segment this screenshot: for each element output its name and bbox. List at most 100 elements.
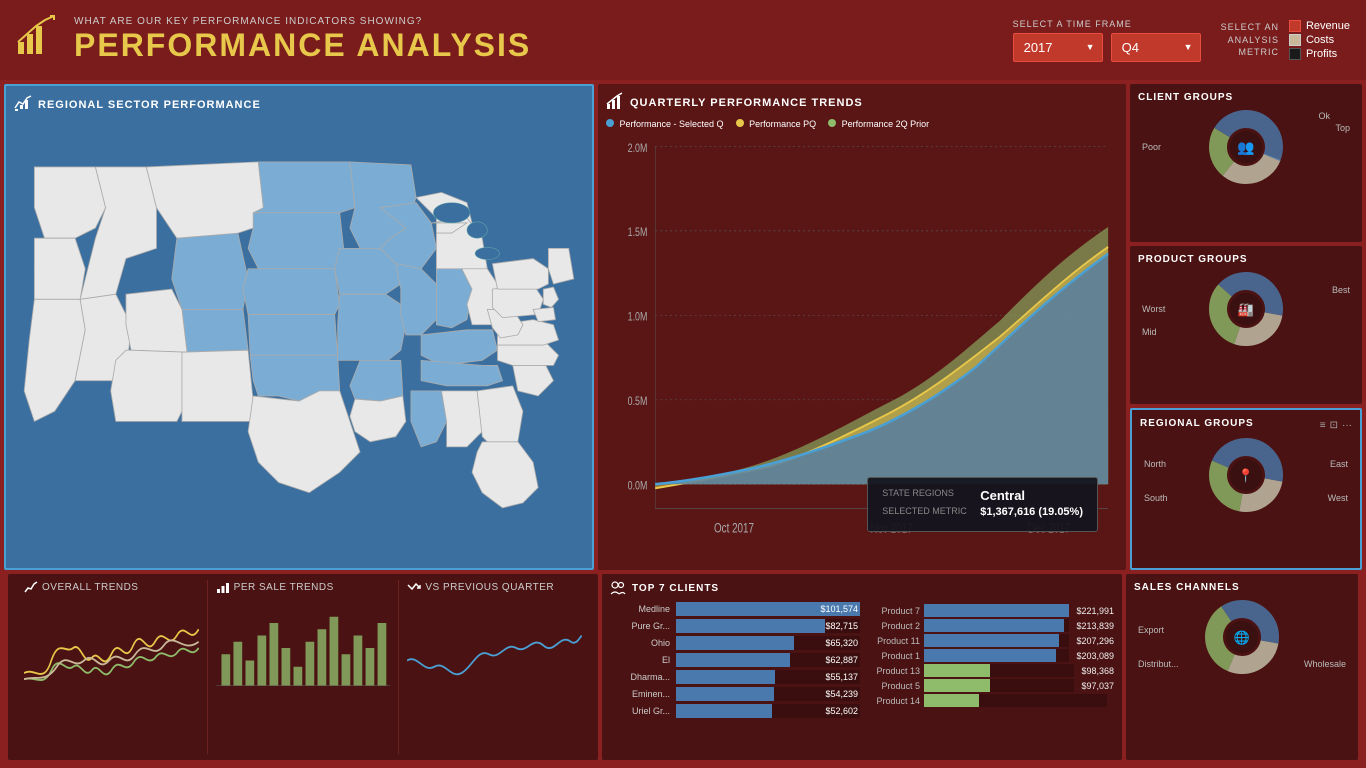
sales-distribut-label: Distribut... (1138, 659, 1179, 669)
lake-michigan-shape (467, 222, 487, 238)
list-item: Medline $101,574 (610, 602, 860, 616)
analysis-label: ANALYSIS (1221, 34, 1279, 47)
product-name-4: Product 13 (864, 666, 920, 676)
metric-legend: Revenue Costs Profits (1289, 20, 1350, 60)
profits-legend-label: Profits (1306, 48, 1337, 60)
quarter-dropdown[interactable]: Q4 Q1 Q2 Q3 (1111, 33, 1201, 62)
state-wa[interactable] (34, 167, 105, 238)
legend-label-1: Performance PQ (749, 119, 816, 129)
client-name-4: Dharma... (610, 672, 670, 682)
state-nm[interactable] (182, 350, 253, 421)
chart-legend: Performance - Selected Q Performance PQ … (606, 119, 1118, 129)
panel-controls: ≡ ⊡ ··· (1320, 420, 1352, 431)
state-wy[interactable] (172, 233, 248, 309)
product-groups-panel: PRODUCT GROUPS Worst 🏭 Mid Best (1130, 246, 1362, 404)
product-bar-4 (924, 664, 1074, 677)
panel-menu-icon[interactable]: ≡ (1320, 420, 1326, 431)
overall-trends-section: OVERALL TRENDS (16, 580, 208, 754)
revenue-legend-item[interactable]: Revenue (1289, 20, 1350, 32)
sales-export-label: Export (1138, 625, 1164, 635)
client-bar-6: $52,602 (676, 704, 860, 718)
vs-prev-chart (407, 598, 582, 698)
legend-dot-selected-q (606, 119, 614, 127)
product-mid-label: Mid (1142, 327, 1157, 337)
tooltip-metric-key: SELECTED METRIC (882, 506, 972, 516)
product-bar-6 (924, 694, 1107, 707)
list-item: Dharma... $55,137 (610, 670, 860, 684)
product-groups-donut: Worst 🏭 Mid Best (1138, 269, 1354, 349)
top7-icon (610, 580, 626, 596)
state-or[interactable] (34, 238, 85, 299)
header: WHAT ARE OUR KEY PERFORMANCE INDICATORS … (0, 0, 1366, 80)
profits-legend-item[interactable]: Profits (1289, 48, 1350, 60)
select-analysis-label: SELECT AN (1221, 21, 1279, 34)
svg-text:0.0M: 0.0M (628, 479, 648, 493)
top-row: REGIONAL SECTOR PERFORMANCE (4, 84, 1362, 570)
costs-legend-label: Costs (1306, 34, 1334, 46)
top-products-section: Product 7 $221,991 Product 2 $213,839 Pr… (864, 580, 1114, 754)
state-ar[interactable] (350, 360, 403, 401)
product-bar-5 (924, 679, 1074, 692)
vs-prev-icon (407, 580, 421, 594)
state-co[interactable] (182, 309, 248, 352)
product-name-5: Product 5 (864, 681, 920, 691)
legend-pq: Performance PQ (736, 119, 817, 129)
top7-clients-section: TOP 7 CLIENTS Medline $101,574 Pure Gr..… (610, 580, 860, 754)
bottom-row: OVERALL TRENDS PER SALE TRENDS (4, 574, 1362, 764)
per-sale-trends-title: PER SALE TRENDS (216, 580, 391, 594)
overall-trends-icon (24, 580, 38, 594)
svg-text:Oct 2017: Oct 2017 (714, 521, 754, 536)
product-bar-3 (924, 649, 1069, 662)
product-worst-label: Worst (1142, 304, 1165, 314)
timeframe-label: SELECT A TIME FRAME (1013, 19, 1201, 29)
client-value-1: $82,715 (825, 619, 858, 633)
analysis-metric-block: SELECT AN ANALYSIS METRIC Revenue Costs … (1221, 20, 1350, 60)
state-nd[interactable] (253, 162, 355, 213)
svg-text:2.0M: 2.0M (628, 142, 648, 156)
client-bar-4: $55,137 (676, 670, 860, 684)
client-name-6: Uriel Gr... (610, 706, 670, 716)
client-groups-title: CLIENT GROUPS (1138, 92, 1354, 103)
list-item: Product 14 (864, 694, 1114, 707)
sales-wholesale-label: Wholesale (1304, 659, 1346, 669)
quarterly-title: QUARTERLY PERFORMANCE TRENDS (606, 92, 1118, 113)
regional-groups-donut-svg: 📍 (1206, 435, 1286, 515)
header-icon (16, 14, 60, 67)
client-name-2: Ohio (610, 638, 670, 648)
regional-sector-title-text: REGIONAL SECTOR PERFORMANCE (38, 99, 261, 111)
panel-expand-icon[interactable]: ⊡ (1330, 420, 1338, 431)
per-sale-label: PER SALE TRENDS (234, 582, 334, 593)
costs-legend-box (1289, 34, 1301, 46)
overall-trends-label: OVERALL TRENDS (42, 582, 138, 593)
product-best-label: Best (1332, 285, 1350, 295)
client-top-label: Top (1335, 123, 1350, 133)
client-value-2: $65,320 (825, 636, 858, 650)
client-bar-5: $54,239 (676, 687, 860, 701)
header-controls: SELECT A TIME FRAME 2017 2016 2018 Q4 Q1… (1013, 0, 1350, 80)
state-ne-group[interactable] (548, 248, 573, 284)
tooltip-metric-value: $1,367,616 (19.05%) (980, 506, 1083, 518)
year-dropdown[interactable]: 2017 2016 2018 (1013, 33, 1103, 62)
quarterly-title-text: QUARTERLY PERFORMANCE TRENDS (630, 97, 863, 109)
client-name-3: El (610, 655, 670, 665)
client-value-4: $55,137 (825, 670, 858, 684)
client-value-6: $52,602 (825, 704, 858, 718)
client-groups-donut: Poor 👥 Ok Top (1138, 107, 1354, 187)
sales-channels-title: SALES CHANNELS (1134, 582, 1350, 593)
panel-dots-icon[interactable]: ··· (1342, 420, 1352, 431)
state-ny[interactable] (492, 259, 548, 290)
client-name-1: Pure Gr... (610, 621, 670, 631)
right-column: CLIENT GROUPS Poor 👥 Ok Top (1130, 84, 1362, 570)
client-bar-2: $65,320 (676, 636, 860, 650)
product-fill-6 (924, 694, 979, 707)
list-item: Product 5 $97,037 (864, 679, 1114, 692)
top7-clients-list: Medline $101,574 Pure Gr... $82,715 (610, 602, 860, 718)
legend-dot-pq (736, 119, 744, 127)
state-az[interactable] (111, 350, 187, 421)
state-ne[interactable] (243, 269, 340, 315)
state-sd[interactable] (248, 213, 345, 269)
state-ks[interactable] (248, 315, 338, 356)
costs-legend-item[interactable]: Costs (1289, 34, 1350, 46)
list-item: Product 7 $221,991 (864, 604, 1114, 617)
product-value-4: $98,368 (1081, 666, 1114, 676)
